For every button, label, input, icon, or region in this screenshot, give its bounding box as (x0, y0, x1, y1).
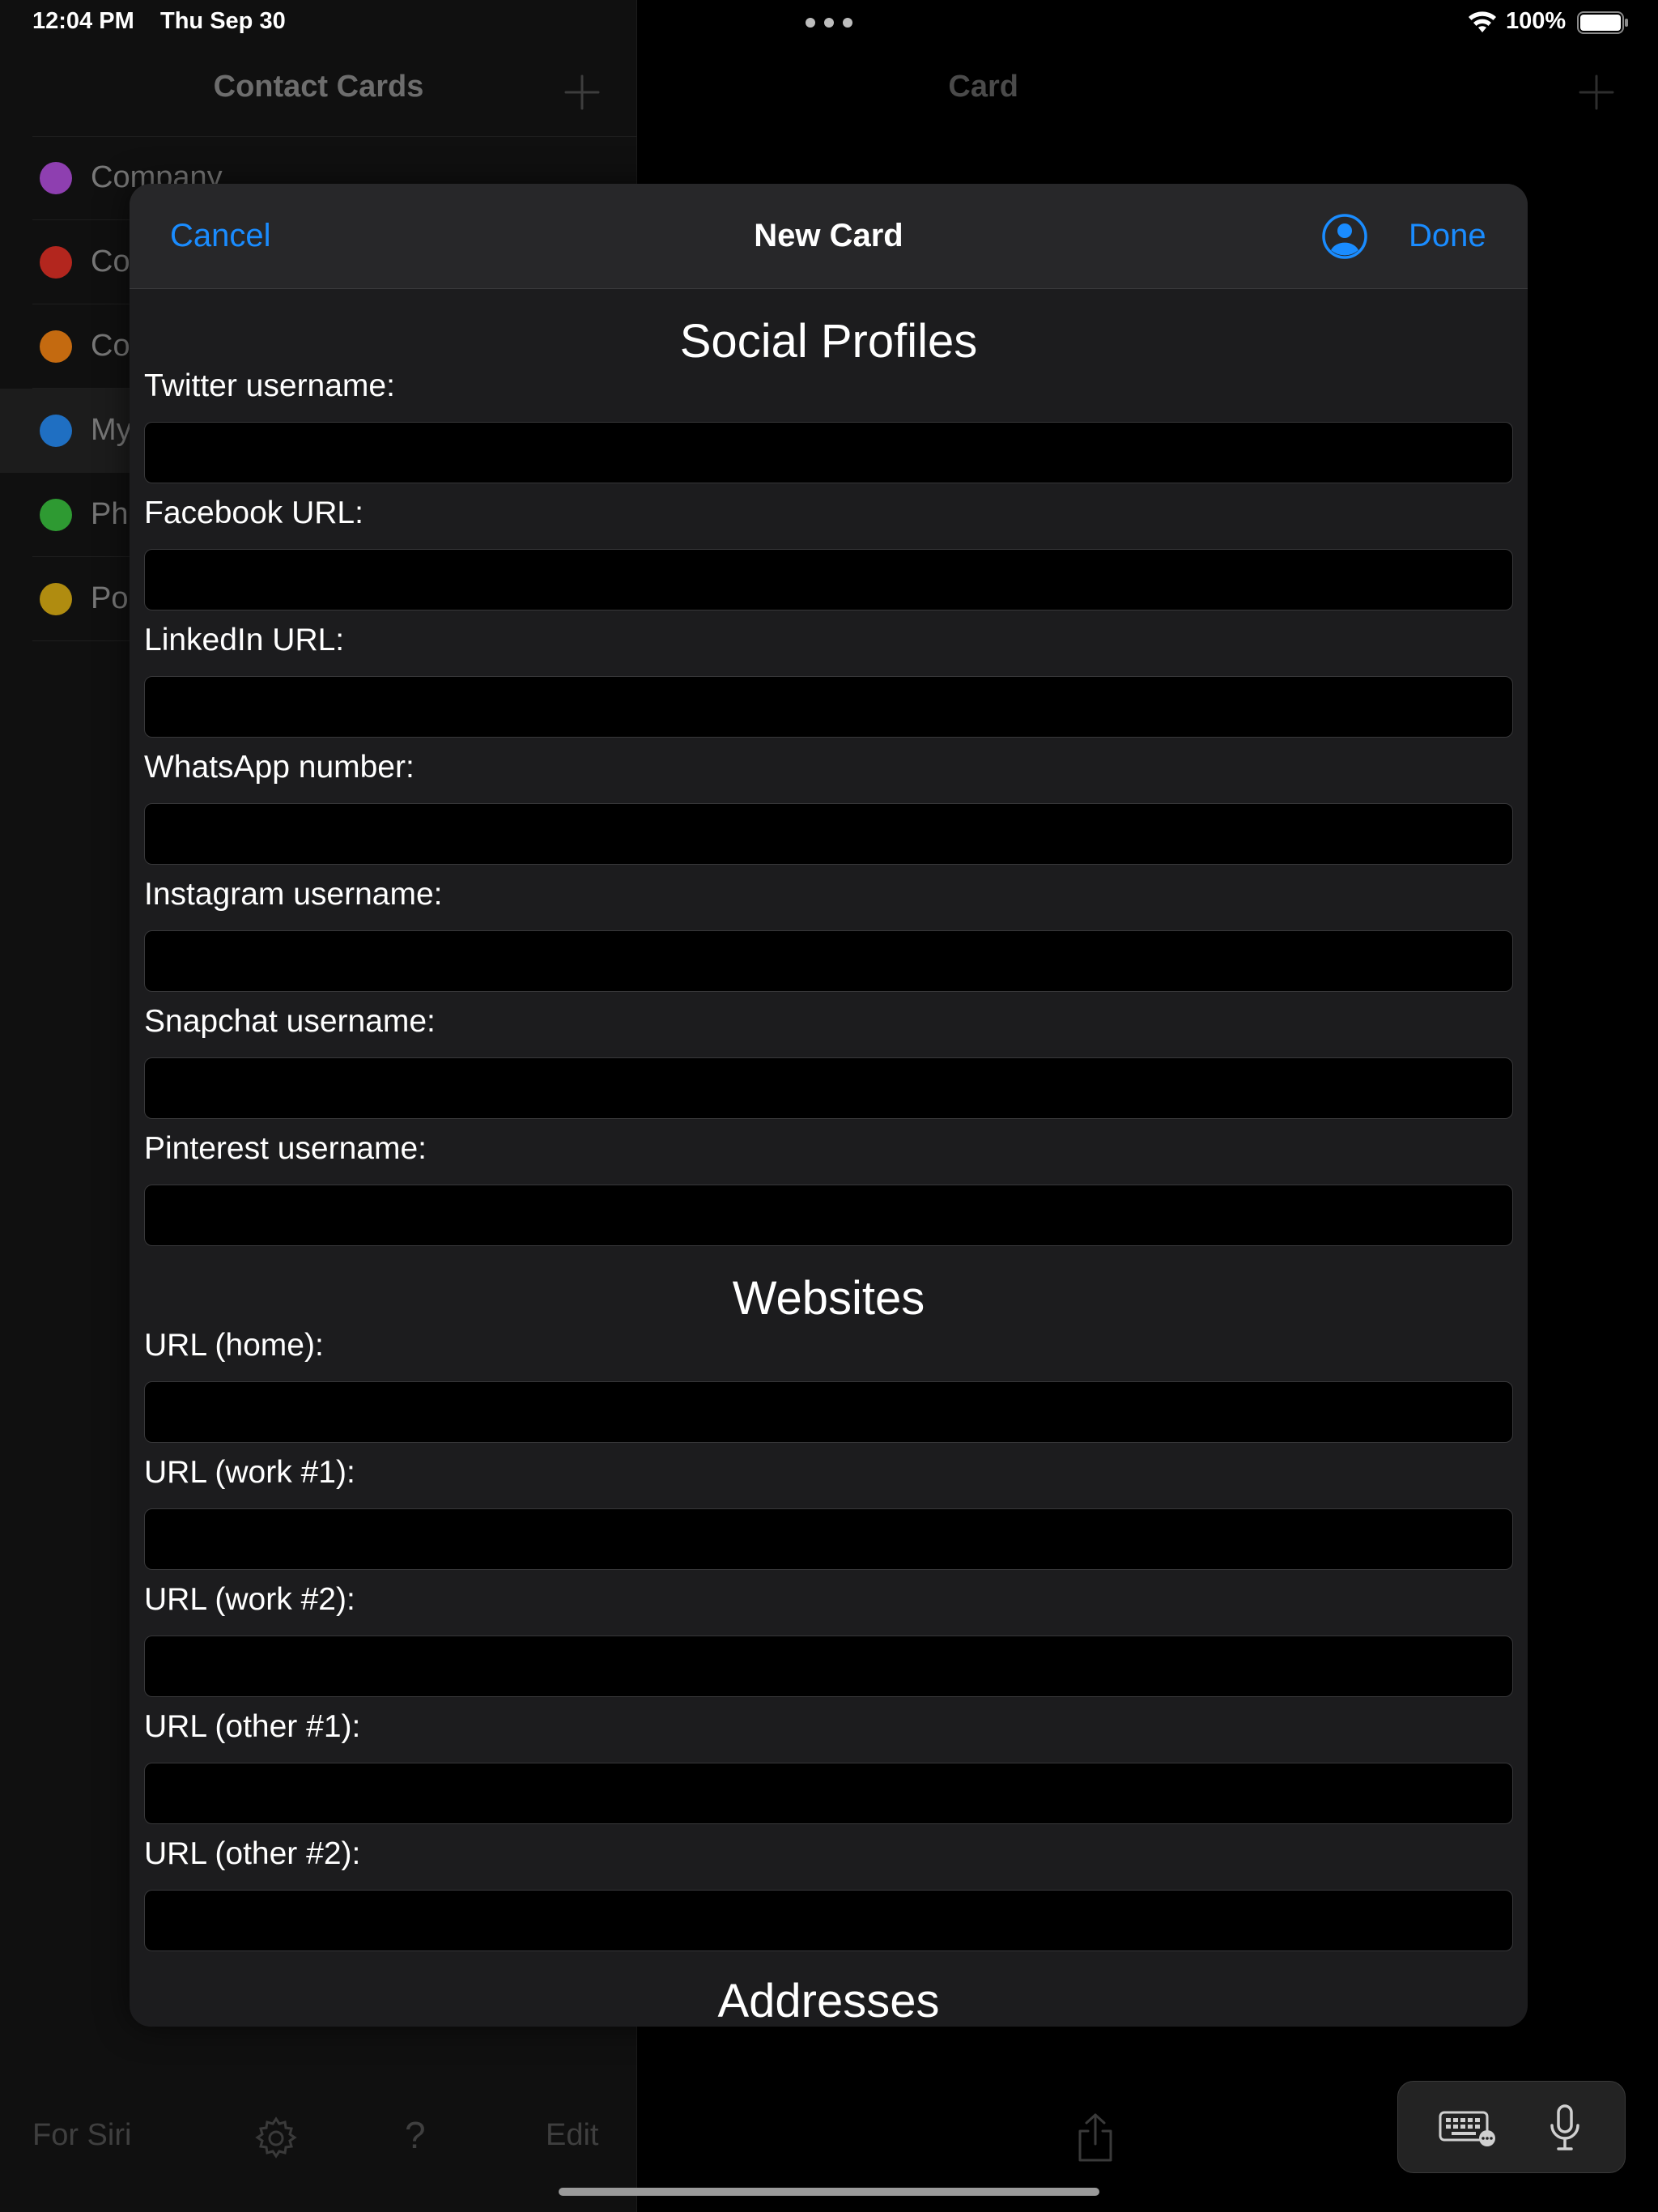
sidebar-item-label: Co (91, 245, 130, 279)
url-other2-input[interactable] (144, 1890, 1513, 1951)
url-work2-label: URL (work #2): (144, 1582, 355, 1617)
twitter-label: Twitter username: (144, 368, 395, 403)
facebook-label: Facebook URL: (144, 496, 363, 530)
url-work1-input[interactable] (144, 1508, 1513, 1570)
share-icon[interactable] (1075, 2112, 1116, 2163)
color-dot (40, 246, 72, 279)
status-time: 12:04 PM (32, 8, 134, 34)
battery-icon (1577, 11, 1628, 34)
twitter-username-input[interactable] (144, 422, 1513, 483)
url-other1-label: URL (other #1): (144, 1709, 361, 1744)
modal-title: New Card (754, 218, 903, 253)
microphone-icon[interactable] (1549, 2104, 1581, 2151)
url-home-input[interactable] (144, 1381, 1513, 1443)
home-indicator[interactable] (559, 2188, 1099, 2196)
status-date: Thu Sep 30 (160, 8, 286, 34)
sidebar-item-label: Po (91, 581, 129, 615)
whatsapp-label: WhatsApp number: (144, 750, 414, 785)
color-dot (40, 330, 72, 363)
facebook-url-input[interactable] (144, 549, 1513, 610)
section-heading-websites: Websites (732, 1272, 925, 1325)
snapchat-label: Snapchat username: (144, 1004, 436, 1039)
sidebar-item-label: Ph (91, 497, 129, 531)
linkedin-label: LinkedIn URL: (144, 623, 345, 657)
for-siri-button[interactable]: For Siri (32, 2118, 131, 2153)
url-work2-input[interactable] (144, 1636, 1513, 1697)
url-home-label: URL (home): (144, 1328, 324, 1363)
whatsapp-number-input[interactable] (144, 803, 1513, 865)
sidebar-title: Contact Cards (213, 70, 424, 104)
new-card-modal: Cancel New Card Done Social Profiles Twi… (130, 184, 1528, 2027)
linkedin-url-input[interactable] (144, 676, 1513, 738)
detail-title: Card (948, 70, 1018, 104)
section-heading-addresses: Addresses (717, 1975, 940, 2027)
snapchat-username-input[interactable] (144, 1057, 1513, 1119)
gear-icon[interactable] (253, 2115, 300, 2162)
keyboard-accessory (1397, 2081, 1626, 2173)
wifi-icon (1469, 11, 1496, 32)
url-other1-input[interactable] (144, 1763, 1513, 1824)
section-heading-social-profiles: Social Profiles (679, 315, 978, 368)
done-button[interactable]: Done (1409, 218, 1486, 254)
add-plus-icon[interactable] (1577, 73, 1616, 112)
instagram-username-input[interactable] (144, 930, 1513, 992)
battery-percent: 100% (1506, 8, 1567, 34)
color-dot (40, 162, 72, 194)
url-other2-label: URL (other #2): (144, 1836, 361, 1871)
color-dot (40, 499, 72, 531)
color-dot (40, 583, 72, 615)
sidebar-item-label: Co (91, 329, 130, 363)
status-bar: 12:04 PM Thu Sep 30 100% (0, 0, 1658, 45)
person-circle-icon[interactable] (1321, 213, 1368, 260)
pinterest-label: Pinterest username: (144, 1131, 427, 1166)
multitasking-dots-icon[interactable] (806, 18, 852, 28)
modal-nav-bar: Cancel New Card Done (130, 184, 1528, 289)
url-work1-label: URL (work #1): (144, 1455, 355, 1490)
add-card-plus-icon[interactable] (563, 73, 602, 112)
instagram-label: Instagram username: (144, 877, 443, 912)
keyboard-icon[interactable] (1439, 2111, 1497, 2146)
sidebar-toolbar: For Siri ? Edit (0, 2105, 637, 2170)
edit-button[interactable]: Edit (546, 2118, 598, 2153)
help-button[interactable]: ? (405, 2113, 426, 2157)
pinterest-username-input[interactable] (144, 1185, 1513, 1246)
color-dot (40, 415, 72, 447)
sidebar-item-label: My (91, 413, 132, 447)
